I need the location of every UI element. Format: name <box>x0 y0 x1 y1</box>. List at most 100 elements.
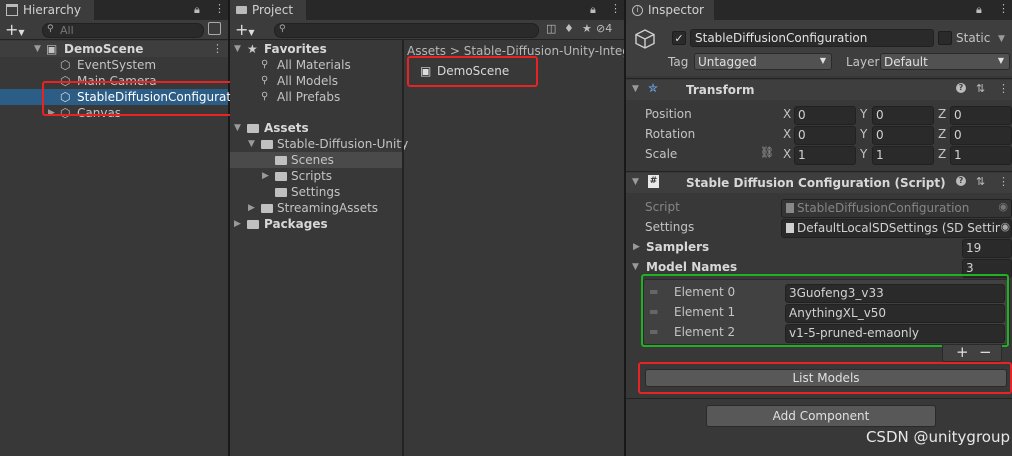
scale-z-field[interactable]: 1 <box>950 146 1012 165</box>
help-icon[interactable]: ? <box>956 83 966 93</box>
hierarchy-tab[interactable]: Hierarchy <box>0 0 94 20</box>
script-file-icon: # <box>648 175 659 188</box>
hierarchy-tab-icon <box>6 4 18 16</box>
lock-icon[interactable]: 🔒︎ <box>590 3 596 17</box>
samplers-size-field[interactable]: 19 <box>962 239 1012 258</box>
kebab-menu-icon[interactable]: ⋮ <box>214 2 225 15</box>
tree-item-scripts[interactable]: ▶ Scripts <box>230 168 402 184</box>
search-by-label-icon[interactable]: ♦ <box>564 22 574 35</box>
y-label[interactable]: Y <box>860 147 867 161</box>
add-element-button[interactable]: + <box>956 343 969 361</box>
samplers-row[interactable]: ▶ Samplers 19 <box>626 239 1012 258</box>
scene-visibility-icon[interactable] <box>208 22 221 35</box>
settings-object-field[interactable]: DefaultLocalSDSettings (SD Settin ◉ <box>781 219 1012 238</box>
assets-row[interactable]: ▼ Assets <box>230 120 402 136</box>
x-label[interactable]: X <box>783 147 791 161</box>
object-picker-icon: ◉ <box>998 200 1008 213</box>
hidden-packages-icon[interactable]: ⊘4 <box>596 22 612 35</box>
x-label[interactable]: X <box>783 107 791 121</box>
static-checkbox[interactable] <box>938 31 952 45</box>
layer-dropdown[interactable]: Default ▼ <box>880 53 1010 70</box>
position-y-field[interactable]: 0 <box>872 106 934 125</box>
lock-icon[interactable]: 🔒︎ <box>976 3 982 17</box>
packages-row[interactable]: ▶ Packages <box>230 216 402 232</box>
create-button[interactable]: +▼ <box>5 20 25 43</box>
z-label[interactable]: Z <box>938 147 946 161</box>
y-label[interactable]: Y <box>860 127 867 141</box>
collapse-triangle-icon: ▶ <box>248 203 255 213</box>
search-by-type-icon[interactable]: ◫ <box>546 22 556 35</box>
tree-item-stable-diffusion-unity[interactable]: ▼ Stable-Diffusion-Unity <box>230 136 408 152</box>
preset-icon[interactable]: ⇅ <box>976 175 985 188</box>
star-icon: ★ <box>247 42 258 56</box>
expand-triangle-icon: ▼ <box>234 123 241 133</box>
settings-label: Settings <box>645 220 695 234</box>
favorite-label: All Materials <box>277 58 351 72</box>
favorites-row[interactable]: ▼ ★ Favorites <box>230 41 402 57</box>
lock-icon[interactable]: 🔒︎ <box>194 3 200 17</box>
rotation-y-field[interactable]: 0 <box>872 126 934 145</box>
hierarchy-item-eventsystem[interactable]: ⬡ EventSystem <box>0 57 228 73</box>
z-label[interactable]: Z <box>938 127 946 141</box>
hierarchy-panel: Hierarchy 🔒︎ ⋮ +▼ ⚲ All ▼ ▣ DemoScene ⋮ … <box>0 0 237 456</box>
preset-icon[interactable]: ⇅ <box>976 82 985 95</box>
constrain-proportions-icon[interactable]: ⛓ <box>760 146 774 159</box>
scene-menu-icon[interactable]: ⋮ <box>212 41 223 57</box>
add-component-button[interactable]: Add Component <box>706 405 936 427</box>
folder-icon <box>275 172 287 181</box>
x-label[interactable]: X <box>783 127 791 141</box>
tree-item-scenes[interactable]: Scenes <box>230 152 402 168</box>
inspector-tab-label: Inspector <box>648 3 704 17</box>
highlight-box-model-names <box>641 274 1009 347</box>
gameobject-icon: ⬡ <box>60 58 71 72</box>
expand-triangle-icon: ▼ <box>34 44 41 54</box>
rotation-x-field[interactable]: 0 <box>794 126 856 145</box>
position-x-field[interactable]: 0 <box>794 106 856 125</box>
model-names-count: 3 <box>966 261 974 275</box>
tag-dropdown[interactable]: Untagged ▼ <box>694 53 832 70</box>
kebab-menu-icon[interactable]: ⋮ <box>610 2 621 15</box>
favorite-item[interactable]: ⚲ All Prefabs <box>230 89 402 105</box>
transform-header[interactable]: ▼ ✮ Transform ? ⇅ ⋮ <box>626 80 1012 100</box>
tree-item-settings[interactable]: Settings <box>230 184 402 200</box>
collapse-triangle-icon: ▶ <box>234 219 241 229</box>
help-icon[interactable]: ? <box>956 176 966 186</box>
highlight-box-selected-object <box>42 81 237 116</box>
component-menu-icon[interactable]: ⋮ <box>998 175 1009 188</box>
object-name-field[interactable]: StableDiffusionConfiguration <box>690 29 934 47</box>
favorite-item[interactable]: ⚲ All Models <box>230 73 402 89</box>
scale-x-field[interactable]: 1 <box>794 146 856 165</box>
chevron-down-icon: ▼ <box>18 28 25 37</box>
kebab-menu-icon[interactable]: ⋮ <box>998 2 1009 15</box>
search-icon: ⚲ <box>261 91 269 102</box>
tree-item-streaming-assets[interactable]: ▶ StreamingAssets <box>230 200 402 216</box>
y-label[interactable]: Y <box>860 107 867 121</box>
expand-triangle-icon: ▼ <box>632 262 639 272</box>
z-label[interactable]: Z <box>938 107 946 121</box>
hierarchy-search-field[interactable]: ⚲ All <box>42 23 204 38</box>
scale-x-value: 1 <box>798 148 806 162</box>
folder-icon <box>261 140 273 149</box>
favorite-item[interactable]: ⚲ All Materials <box>230 57 402 73</box>
inspector-tab[interactable]: i Inspector <box>626 0 714 20</box>
rotation-z-field[interactable]: 0 <box>950 126 1012 145</box>
script-component-header[interactable]: ▼ # Stable Diffusion Configuration (Scri… <box>626 173 1012 193</box>
folder-icon <box>247 220 259 229</box>
project-tab[interactable]: Project <box>230 0 306 20</box>
folder-icon <box>236 6 247 14</box>
object-picker-icon[interactable]: ◉ <box>1000 220 1010 233</box>
position-row: Position X 0 Y 0 Z 0 <box>626 106 1012 125</box>
scale-y-field[interactable]: 1 <box>872 146 934 165</box>
project-search-field[interactable]: ⚲ <box>274 23 539 38</box>
rotation-x-value: 0 <box>798 128 806 142</box>
hierarchy-item-label: EventSystem <box>77 58 157 72</box>
remove-element-button[interactable]: − <box>979 343 992 361</box>
scene-row[interactable]: ▼ ▣ DemoScene ⋮ <box>0 41 228 57</box>
active-checkbox[interactable]: ✓ <box>672 31 686 45</box>
position-z-field[interactable]: 0 <box>950 106 1012 125</box>
project-tab-label: Project <box>252 3 294 17</box>
layer-label: Layer <box>846 55 880 69</box>
chevron-down-icon[interactable]: ▼ <box>998 34 1005 44</box>
favorite-star-icon[interactable]: ★ <box>582 22 592 35</box>
component-menu-icon[interactable]: ⋮ <box>998 82 1009 95</box>
